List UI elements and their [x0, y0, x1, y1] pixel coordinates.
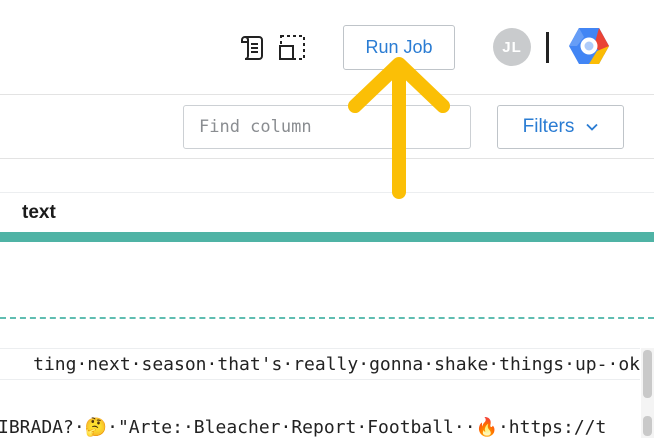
grid-toolbar: Filters — [0, 95, 654, 159]
histogram-baseline — [0, 317, 654, 319]
filters-button[interactable]: Filters — [497, 105, 624, 149]
run-job-button[interactable]: Run Job — [343, 25, 455, 70]
header-divider — [546, 32, 549, 63]
recipe-scroll-icon[interactable] — [240, 33, 268, 61]
cell-text-value: ting·next·season·that's·really·gonna·sha… — [33, 354, 640, 375]
top-bar: Run Job JL — [0, 0, 654, 95]
sample-selection-icon[interactable] — [277, 33, 307, 61]
google-cloud-hexagon-logo[interactable] — [569, 27, 609, 65]
filters-label: Filters — [522, 116, 575, 137]
scrollbar-thumb-secondary[interactable] — [643, 416, 652, 436]
vertical-scrollbar[interactable] — [641, 348, 654, 438]
data-quality-bar[interactable] — [0, 232, 654, 242]
find-column-input[interactable] — [183, 105, 471, 149]
table-row[interactable]: IBRADA?·🤔·"Arte:·Bleacher·Report·Footbal… — [0, 412, 640, 438]
column-histogram[interactable] — [0, 242, 654, 316]
cell-text-value: IBRADA?·🤔·"Arte:·Bleacher·Report·Footbal… — [0, 417, 607, 438]
column-header-text[interactable]: text — [22, 202, 56, 224]
chevron-down-icon — [586, 123, 598, 131]
scrollbar-thumb[interactable] — [643, 350, 652, 398]
user-avatar[interactable]: JL — [493, 28, 531, 66]
header-row-divider — [0, 192, 654, 193]
table-row[interactable]: ting·next·season·that's·really·gonna·sha… — [0, 348, 640, 380]
